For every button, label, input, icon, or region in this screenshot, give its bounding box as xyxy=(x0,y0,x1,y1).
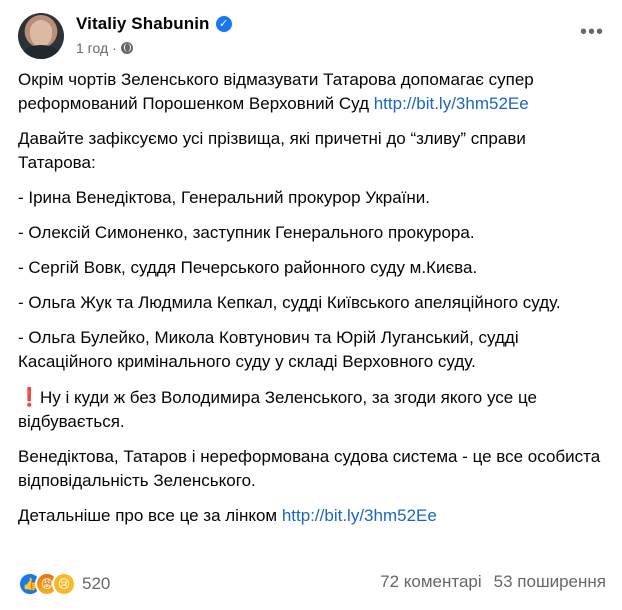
bitly-link-1[interactable]: http://bit.ly/3hm52Ee xyxy=(374,94,529,113)
post-body: Окрім чортів Зеленського відмазувати Тат… xyxy=(18,68,608,539)
post-paragraph-6: - Ольга Жук та Людмила Кепкал, судді Киї… xyxy=(18,293,561,312)
verified-badge-icon: ✓ xyxy=(215,16,232,32)
post-footer: 👍 😡 😢 520 72 коментарі 53 поширення xyxy=(18,570,606,598)
post-paragraph-10: Детальніше про все це за лінком http://b… xyxy=(18,504,608,528)
post-paragraph-8: ❗Ну і куди ж без Володимира Зеленського,… xyxy=(18,385,608,434)
bitly-link-2[interactable]: http://bit.ly/3hm52Ee xyxy=(282,506,437,525)
avatar-shirt xyxy=(22,45,60,59)
more-options-button[interactable]: ••• xyxy=(580,21,604,44)
shares-count-link[interactable]: 53 поширення xyxy=(494,572,606,592)
facebook-post: Vitaliy Shabunin ✓ 1 год · ••• Окрім чор… xyxy=(0,0,622,610)
comments-count-link[interactable]: 72 коментарі xyxy=(380,572,482,592)
author-name-row: Vitaliy Shabunin ✓ xyxy=(76,14,232,34)
post-timestamp[interactable]: 1 год xyxy=(76,40,108,56)
paragraph-text: Ну і куди ж без Володимира Зеленського, … xyxy=(18,388,537,431)
engagement-stats: 72 коментарі 53 поширення xyxy=(380,572,606,592)
paragraph-text: Детальніше про все це за лінком xyxy=(18,506,282,525)
post-paragraph-7: - Ольга Булейко, Микола Ковтунович та Юр… xyxy=(18,328,519,371)
sad-reaction-icon: 😢 xyxy=(52,572,76,596)
reactions-summary[interactable]: 👍 😡 😢 520 xyxy=(18,572,110,596)
author-avatar[interactable] xyxy=(18,13,64,59)
avatar-head xyxy=(30,20,52,47)
post-meta: 1 год · xyxy=(76,40,133,56)
post-header: Vitaliy Shabunin ✓ 1 год · ••• xyxy=(18,13,608,59)
meta-separator: · xyxy=(112,40,117,56)
post-paragraph-2: Давайте зафіксуємо усі прізвища, які при… xyxy=(18,129,526,172)
author-name[interactable]: Vitaliy Shabunin xyxy=(76,14,210,34)
globe-icon[interactable] xyxy=(120,42,133,54)
post-paragraph-5: - Сергій Вовк, суддя Печерського районно… xyxy=(18,258,478,277)
post-paragraph-1: Окрім чортів Зеленського відмазувати Тат… xyxy=(18,68,608,116)
exclamation-icon: ❗ xyxy=(18,387,41,407)
post-paragraph-3: - Ірина Венедіктова, Генеральний прокуро… xyxy=(18,188,431,207)
reaction-count: 520 xyxy=(82,574,111,593)
post-paragraph-4: - Олексій Симоненко, заступник Генеральн… xyxy=(18,223,475,242)
post-paragraph-9: Венедіктова, Татаров і нереформована суд… xyxy=(18,447,601,490)
